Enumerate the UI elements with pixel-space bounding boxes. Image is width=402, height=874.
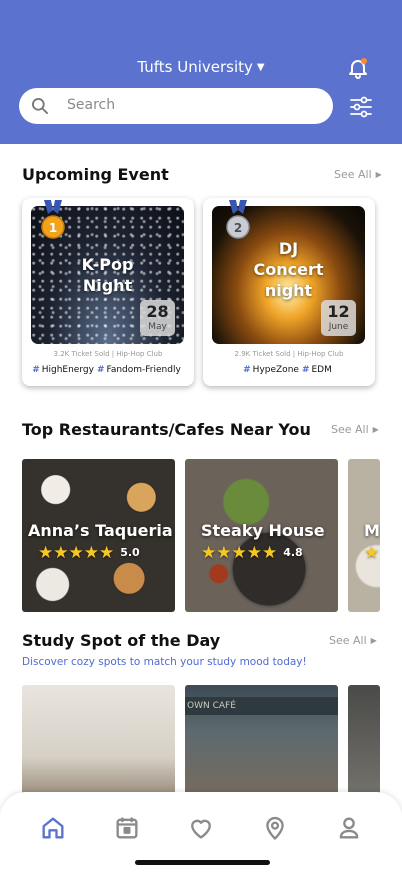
triangle-right-icon: ▶ [370,636,377,645]
see-all-label: See All [334,168,372,181]
calendar-icon[interactable] [113,814,141,842]
restaurant-rating: ★ [364,543,379,563]
study-see-all-link[interactable]: See All ▶ [329,634,377,647]
notification-dot [361,58,367,64]
event-meta: 3.2K Ticket Sold | Hip-Hop Club [53,350,163,358]
hashtag-icon: # [32,365,40,375]
upcoming-see-all-link[interactable]: See All ▶ [334,168,382,181]
event-tag[interactable]: HypeZone [253,365,299,375]
restaurant-name: M [364,521,380,540]
upcoming-event-title: Upcoming Event [22,165,169,184]
event-card-dj[interactable]: DJ Concert night 12 June 2 2.9K Ticket S… [203,198,375,386]
search-input[interactable]: Search [19,88,333,124]
event-tag[interactable]: EDM [311,365,331,375]
study-spot-card[interactable] [348,685,380,805]
study-spot-card[interactable]: OWN CAFÉ [185,685,338,805]
event-tags: # HighEnergy # Fandom-Friendly [22,365,194,375]
event-meta: 2.9K Ticket Sold | Hip-Hop Club [234,350,344,358]
date-month: May [148,322,167,332]
see-all-label: See All [331,423,369,436]
study-spot-title: Study Spot of the Day [22,631,221,650]
location-label: Tufts University [137,58,253,76]
chevron-down-icon: ▼ [256,62,265,73]
triangle-right-icon: ▶ [372,425,379,434]
hashtag-icon: # [301,365,310,375]
event-title-line: Night [82,276,133,295]
event-tags: # HypeZone # EDM [203,365,375,375]
medal-rank: 2 [234,221,242,235]
hashtag-icon: # [96,365,105,375]
gold-medal-icon: 1 [41,200,65,239]
search-placeholder: Search [67,97,116,113]
rating-value: 4.8 [283,546,303,559]
silver-medal-icon: 2 [226,200,250,239]
star-icon: ★ [364,543,380,563]
cafe-awning-sign: OWN CAFÉ [185,697,338,715]
restaurant-card-steaky-house[interactable]: Steaky House ★★★★★ 4.8 [185,459,338,612]
date-badge: 28 May [140,300,175,336]
date-day: 28 [146,302,169,321]
event-tag[interactable]: Fandom-Friendly [106,365,180,375]
rating-value: 5.0 [120,546,140,559]
date-month: June [328,322,349,332]
event-title: DJ Concert night [212,238,365,301]
star-icon: ★★★★★ [38,543,115,563]
restaurants-title: Top Restaurants/Cafes Near You [22,420,311,439]
home-indicator [135,860,270,865]
location-pin-icon[interactable] [261,814,289,842]
event-card-kpop[interactable]: K-Pop Night 28 May 1 3.2K Ticket Sold | … [22,198,194,386]
restaurant-name: Steaky House [201,521,325,540]
location-selector[interactable]: Tufts University ▼ [0,58,402,76]
triangle-right-icon: ▶ [375,170,382,179]
study-spot-card[interactable] [22,685,175,805]
hashtag-icon: # [243,365,251,375]
restaurant-name: Anna’s Taqueria [28,521,173,540]
event-title-line: Concert [253,260,324,279]
star-icon: ★★★★★ [201,543,278,563]
restaurants-see-all-link[interactable]: See All ▶ [331,423,379,436]
restaurant-card-annas-taqueria[interactable]: Anna’s Taqueria ★★★★★ 5.0 [22,459,175,612]
study-spot-subtitle: Discover cozy spots to match your study … [22,656,307,668]
event-title-line: night [264,281,313,300]
profile-icon[interactable] [335,814,363,842]
date-day: 12 [327,302,350,321]
event-title-line: DJ [278,239,299,258]
event-title-line: K-Pop [81,255,134,274]
filter-sliders-icon[interactable] [349,96,373,118]
medal-rank: 1 [49,221,57,235]
see-all-label: See All [329,634,367,647]
header-bar: Tufts University ▼ Search [0,0,402,144]
restaurant-card-partial[interactable]: M ★ [348,459,380,612]
restaurant-rating: ★★★★★ 4.8 [201,543,303,563]
event-title: K-Pop Night [31,254,184,296]
date-badge: 12 June [321,300,356,336]
heart-icon[interactable] [187,814,215,842]
search-icon [32,98,48,115]
home-icon[interactable] [39,814,67,842]
event-tag[interactable]: HighEnergy [42,365,94,375]
restaurant-rating: ★★★★★ 5.0 [38,543,140,563]
